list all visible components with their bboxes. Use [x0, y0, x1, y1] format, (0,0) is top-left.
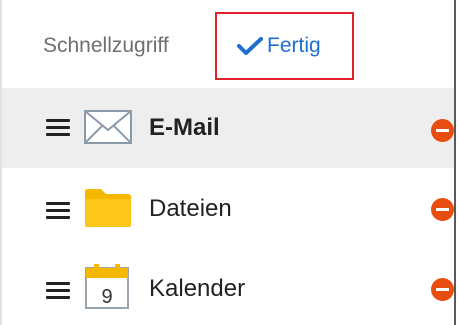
- list-item-label: Kalender: [149, 275, 246, 302]
- quick-access-list: E-Mail Dateien 9 Kalender: [2, 88, 454, 325]
- calendar-icon: 9: [85, 264, 129, 309]
- envelope-icon: [84, 110, 132, 144]
- remove-icon[interactable]: [431, 278, 454, 301]
- panel-title: Schnellzugriff: [43, 34, 169, 57]
- list-item-calendar[interactable]: 9 Kalender: [2, 248, 454, 325]
- calendar-day-number: 9: [101, 286, 112, 308]
- remove-icon[interactable]: [431, 119, 454, 142]
- drag-handle-icon[interactable]: [46, 119, 70, 137]
- list-item-label: Dateien: [149, 195, 232, 222]
- done-button-label: Fertig: [267, 34, 321, 57]
- list-item-files[interactable]: Dateien: [2, 168, 454, 248]
- list-item-label: E-Mail: [149, 114, 220, 141]
- done-button[interactable]: Fertig: [215, 12, 354, 80]
- checkmark-icon: [237, 37, 263, 55]
- remove-icon[interactable]: [431, 198, 454, 221]
- quick-access-panel: Schnellzugriff Fertig E-Mail Dateien 9 K…: [0, 0, 456, 325]
- panel-header: Schnellzugriff Fertig: [2, 0, 454, 88]
- drag-handle-icon[interactable]: [46, 282, 70, 300]
- folder-icon: [85, 189, 131, 227]
- drag-handle-icon[interactable]: [46, 202, 70, 220]
- list-item-email[interactable]: E-Mail: [2, 88, 454, 168]
